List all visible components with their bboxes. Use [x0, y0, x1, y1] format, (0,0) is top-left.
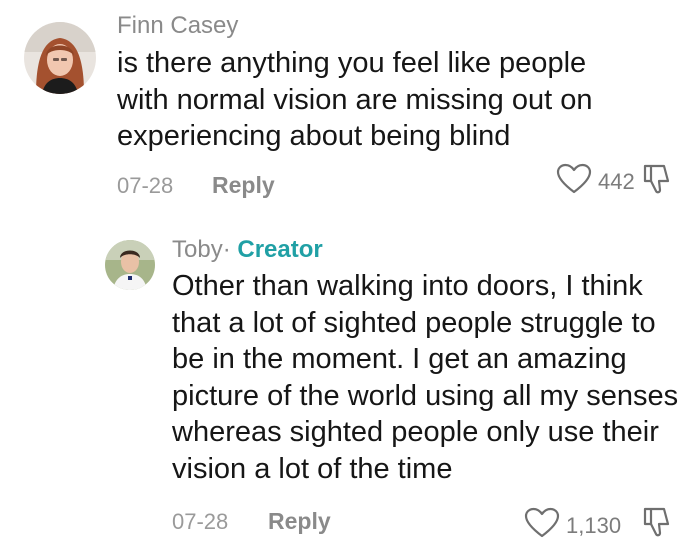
comment-author[interactable]: Finn Casey	[117, 14, 238, 38]
reply-button[interactable]: Reply	[268, 510, 331, 533]
heart-outline-icon	[524, 507, 560, 544]
avatar[interactable]	[105, 240, 155, 290]
like-count: 442	[598, 168, 635, 194]
thumbs-down-outline-icon	[640, 507, 674, 543]
thumbs-down-outline-icon	[640, 164, 674, 200]
author-name[interactable]: Toby	[172, 236, 223, 263]
creator-badge: Creator	[237, 236, 323, 263]
dislike-button[interactable]	[640, 162, 674, 201]
comment-date: 07-28	[172, 509, 229, 534]
comment-text: Other than walking into doors, I think t…	[172, 270, 679, 485]
reply-button[interactable]: Reply	[212, 174, 275, 197]
dislike-button[interactable]	[640, 505, 674, 544]
like-button[interactable]: 1,130	[524, 507, 621, 544]
heart-outline-icon	[556, 163, 592, 200]
comment-text: is there anything you feel like people w…	[117, 47, 593, 152]
like-count: 1,130	[566, 512, 622, 538]
comment-date: 07-28	[117, 173, 174, 198]
like-button[interactable]: 442	[556, 163, 635, 200]
avatar[interactable]	[24, 22, 96, 94]
comment-author[interactable]: Toby· Creator	[172, 238, 323, 262]
separator: ·	[222, 236, 231, 263]
